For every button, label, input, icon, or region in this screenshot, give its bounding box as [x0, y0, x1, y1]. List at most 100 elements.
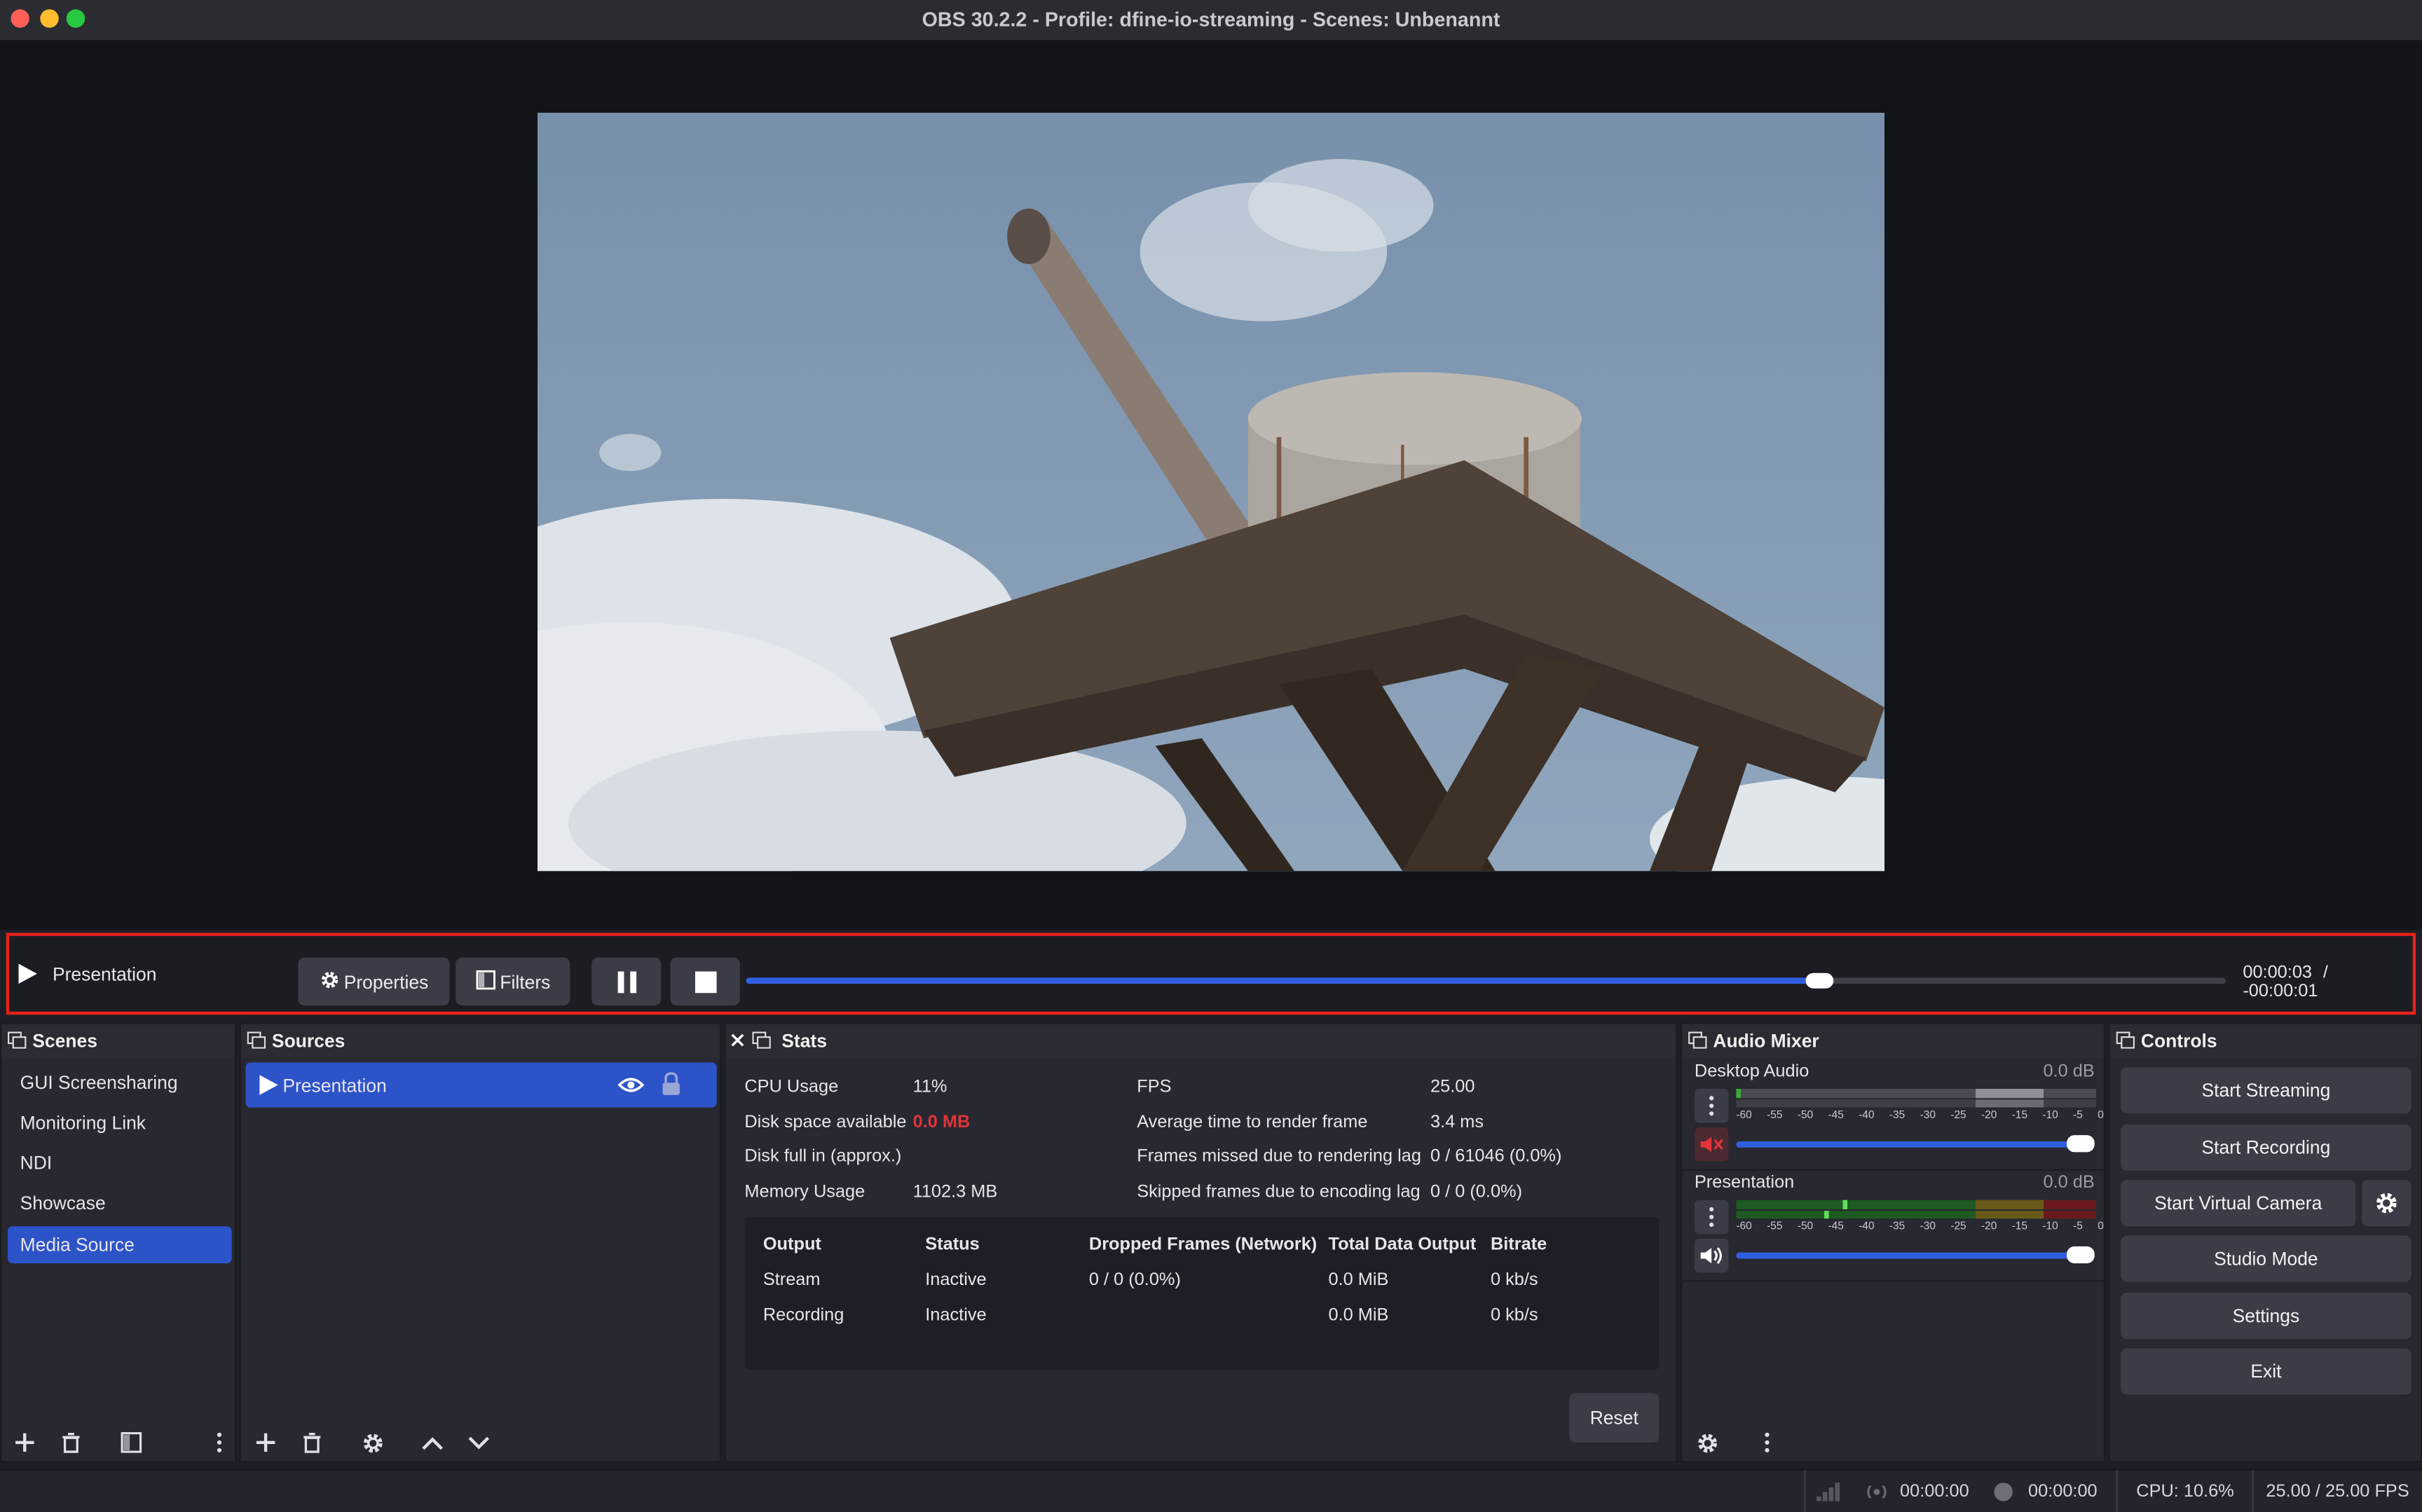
- table-cell: Inactive: [925, 1271, 987, 1290]
- gear-icon: [319, 969, 339, 994]
- properties-button[interactable]: Properties: [298, 957, 450, 1005]
- scene-item[interactable]: Showcase: [8, 1185, 232, 1222]
- stat-label: Skipped frames due to encoding lag: [1137, 1183, 1421, 1202]
- gear-icon: [2376, 1193, 2397, 1214]
- filters-button[interactable]: Filters: [456, 957, 570, 1005]
- move-source-down-button[interactable]: [462, 1426, 495, 1459]
- move-source-up-button[interactable]: [416, 1426, 449, 1459]
- controls-dock-header: Controls: [2109, 1024, 2421, 1058]
- meter-tick: -50: [1797, 1221, 1814, 1233]
- exit-button[interactable]: Exit: [2121, 1348, 2411, 1395]
- start-recording-button[interactable]: Start Recording: [2121, 1124, 2411, 1171]
- mute-toggle[interactable]: [1694, 1238, 1729, 1273]
- dock-float-icon[interactable]: [2116, 1031, 2135, 1049]
- preview-canvas[interactable]: [538, 112, 1885, 872]
- scene-item[interactable]: NDI: [8, 1144, 232, 1181]
- scenes-dock: Scenes GUI Screensharing Monitoring Link…: [0, 1022, 237, 1463]
- sources-dock-header: Sources: [240, 1024, 720, 1058]
- advanced-audio-button[interactable]: [1690, 1426, 1723, 1459]
- seek-slider[interactable]: [746, 973, 2226, 989]
- more-vertical-icon: [1765, 1432, 1770, 1452]
- meter-tick: -45: [1828, 1221, 1844, 1233]
- scene-menu-button[interactable]: [203, 1426, 236, 1459]
- volume-handle[interactable]: [2067, 1135, 2095, 1153]
- table-cell: Inactive: [925, 1306, 987, 1326]
- pause-button[interactable]: [591, 957, 662, 1005]
- meter-tick: -30: [1920, 1110, 1936, 1122]
- sources-dock-title: Sources: [271, 1030, 345, 1052]
- stat-value: 11%: [912, 1078, 947, 1097]
- volume-slider[interactable]: [1736, 1246, 2095, 1264]
- sources-dock: Sources Presentation: [239, 1022, 722, 1463]
- dock-float-icon[interactable]: [247, 1031, 266, 1049]
- scene-filters-button[interactable]: [114, 1426, 148, 1459]
- source-properties-button[interactable]: [355, 1426, 389, 1459]
- remove-source-button[interactable]: [295, 1426, 329, 1459]
- dock-float-icon[interactable]: [8, 1031, 27, 1049]
- start-streaming-button[interactable]: Start Streaming: [2121, 1067, 2411, 1114]
- stream-status-icon: [1867, 1485, 1887, 1499]
- scene-item-selected[interactable]: Media Source: [8, 1226, 232, 1264]
- close-icon[interactable]: [731, 1033, 745, 1047]
- scene-item[interactable]: GUI Screensharing: [8, 1064, 232, 1101]
- mixer-channel-desktop: Desktop Audio 0.0 dB -60 -55 -50 -45 -40 -35-…: [1682, 1061, 2104, 1171]
- scenes-dock-header: Scenes: [1, 1024, 235, 1058]
- channel-menu-button[interactable]: [1694, 1089, 1729, 1123]
- table-cell: 0 kb/s: [1490, 1306, 1538, 1326]
- table-header: Dropped Frames (Network): [1088, 1235, 1318, 1254]
- stats-dock-title: Stats: [781, 1030, 827, 1052]
- table-header: Output: [762, 1235, 821, 1254]
- controls-dock-title: Controls: [2140, 1030, 2217, 1052]
- stat-label: Disk full in (approx.): [744, 1147, 902, 1167]
- start-virtual-camera-button[interactable]: Start Virtual Camera: [2121, 1180, 2356, 1227]
- add-source-button[interactable]: [249, 1426, 282, 1459]
- seek-handle[interactable]: [1805, 973, 1833, 989]
- meter-tick: -25: [1950, 1221, 1966, 1233]
- audio-mixer-dock-title: Audio Mixer: [1713, 1030, 1819, 1052]
- time-remaining: -00:00:01: [2243, 982, 2318, 1001]
- more-vertical-icon: [1709, 1207, 1714, 1228]
- plus-icon: [15, 1433, 34, 1452]
- stats-dock-header: Stats: [725, 1024, 1676, 1058]
- preview-area[interactable]: [0, 40, 2422, 930]
- media-play-icon: [259, 1075, 278, 1095]
- gear-icon: [1697, 1433, 1716, 1452]
- meter-tick: -35: [1889, 1110, 1906, 1122]
- mute-toggle[interactable]: [1694, 1127, 1729, 1162]
- volume-slider[interactable]: [1736, 1135, 2095, 1153]
- reset-stats-button[interactable]: Reset: [1569, 1393, 1660, 1443]
- volume-meter: [1736, 1089, 2096, 1099]
- mixer-menu-button[interactable]: [1750, 1426, 1784, 1459]
- volume-handle[interactable]: [2067, 1246, 2095, 1264]
- fps-display: 25.00 / 25.00 FPS: [2266, 1483, 2409, 1501]
- meter-tick: -55: [1767, 1221, 1783, 1233]
- remove-scene-button[interactable]: [54, 1426, 88, 1459]
- virtual-camera-settings-button[interactable]: [2362, 1180, 2411, 1227]
- eye-icon[interactable]: [617, 1076, 645, 1093]
- output-stats-table: Output Status Dropped Frames (Network) T…: [744, 1216, 1660, 1370]
- channel-menu-button[interactable]: [1694, 1200, 1729, 1235]
- volume-meter-peak: [1736, 1099, 2096, 1108]
- meter-tick: -50: [1797, 1110, 1814, 1122]
- meter-tick: -20: [1981, 1110, 1997, 1122]
- lock-icon[interactable]: [661, 1072, 681, 1097]
- dock-float-icon[interactable]: [752, 1031, 771, 1049]
- meter-tick: -15: [2011, 1110, 2028, 1122]
- media-controls-bar: Presentation Properties Filters 00:00:03: [6, 933, 2416, 1015]
- studio-mode-button[interactable]: Studio Mode: [2121, 1235, 2411, 1282]
- meter-tick: -60: [1736, 1110, 1752, 1122]
- table-cell: 0 kb/s: [1490, 1271, 1538, 1290]
- channel-db: 0.0 dB: [2043, 1174, 2095, 1193]
- play-icon[interactable]: [18, 963, 37, 991]
- dock-float-icon[interactable]: [1688, 1031, 1707, 1049]
- stat-value: 1102.3 MB: [912, 1183, 998, 1202]
- time-elapsed: 00:00:03: [2243, 963, 2313, 982]
- settings-button[interactable]: Settings: [2121, 1292, 2411, 1340]
- volume-meter-peak: [1736, 1211, 2096, 1219]
- stop-button[interactable]: [670, 957, 740, 1005]
- scene-item[interactable]: Monitoring Link: [8, 1104, 232, 1141]
- source-item-selected[interactable]: Presentation: [245, 1062, 717, 1108]
- add-scene-button[interactable]: [8, 1426, 41, 1459]
- media-source-name: Presentation: [52, 963, 157, 986]
- audio-mixer-dock-header: Audio Mixer: [1682, 1024, 2104, 1058]
